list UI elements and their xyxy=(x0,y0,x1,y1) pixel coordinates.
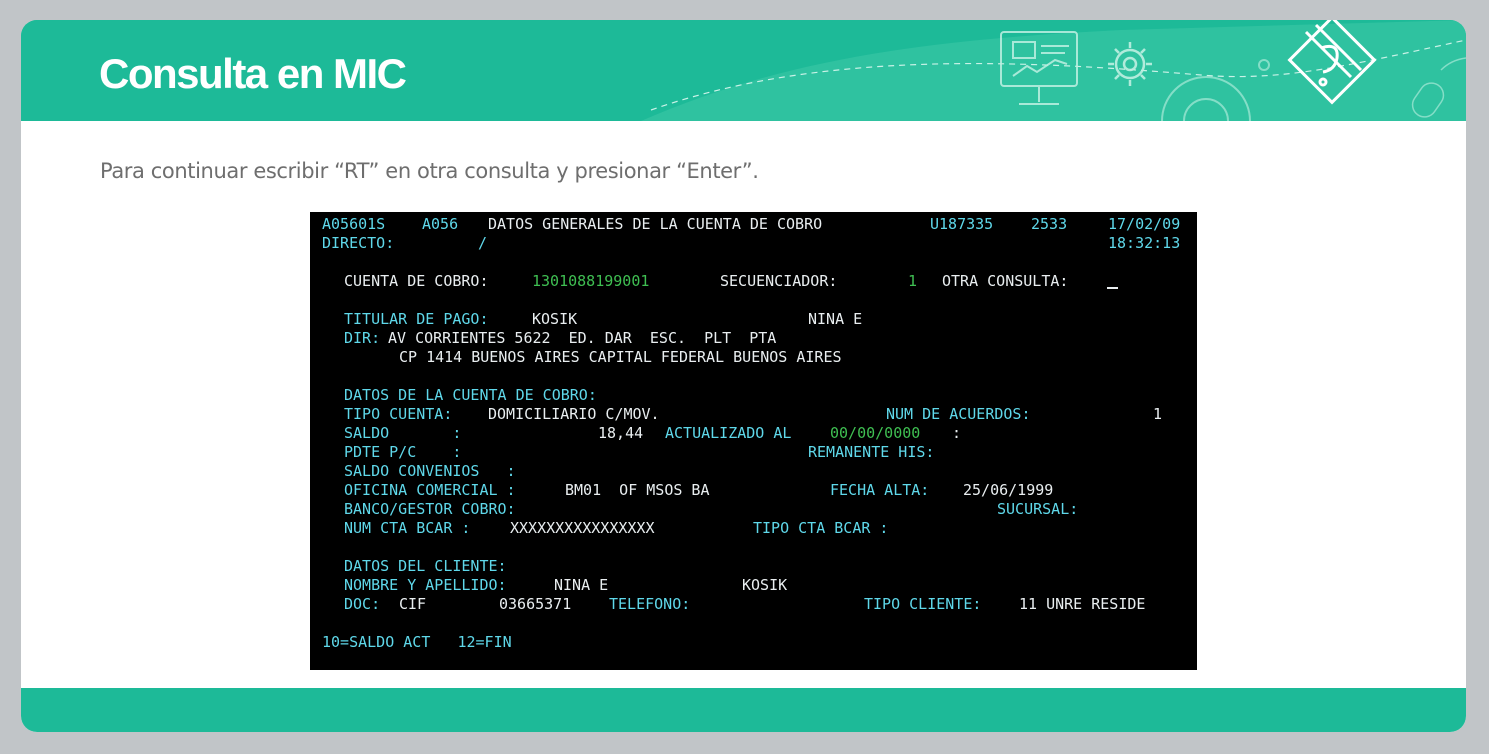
actualizado-label: ACTUALIZADO AL xyxy=(665,424,792,442)
secuenciador-label: SECUENCIADOR: xyxy=(720,272,838,290)
nombre-label: NOMBRE Y APELLIDO: xyxy=(344,576,507,594)
header-banner: Consulta en MIC xyxy=(21,20,1466,121)
doc-type: CIF xyxy=(399,595,427,613)
tipo-cliente-label: TIPO CLIENTE: xyxy=(864,595,982,613)
datos-cuenta-heading: DATOS DE LA CUENTA DE COBRO: xyxy=(344,386,597,404)
screen-date: 17/02/09 xyxy=(1108,215,1181,233)
titular-label: TITULAR DE PAGO: xyxy=(344,310,489,328)
doc-label: DOC: xyxy=(344,595,381,613)
banco-label: BANCO/GESTOR COBRO: xyxy=(344,500,516,518)
tipo-cliente-value: 11 UNRE RESIDE xyxy=(1019,595,1146,613)
saldo-convenios-label: SALDO CONVENIOS : xyxy=(344,462,516,480)
dir-line1: AV CORRIENTES 5622 ED. DAR ESC. PLT PTA xyxy=(388,329,777,347)
directo-input[interactable]: / xyxy=(478,234,487,253)
oficina-label: OFICINA COMERCIAL : xyxy=(344,481,516,499)
saldo-value: 18,44 xyxy=(598,424,644,442)
program-id: A05601S xyxy=(322,215,386,233)
num-acuerdos-value: 1 xyxy=(1153,405,1163,423)
apellido-value: KOSIK xyxy=(742,576,788,594)
mainframe-terminal-screenshot: A05601S A056 DATOS GENERALES DE LA CUENT… xyxy=(310,212,1197,670)
actualizado-value: 00/00/0000 xyxy=(830,424,921,442)
nombre-value: NINA E xyxy=(554,576,609,594)
directo-label: DIRECTO: xyxy=(322,234,395,252)
otra-consulta-input[interactable] xyxy=(1107,287,1118,289)
fecha-alta-value: 25/06/1999 xyxy=(963,481,1054,499)
telefono-label: TELEFONO: xyxy=(609,595,691,613)
screen-code: A056 xyxy=(422,215,459,233)
doc-number: 03665371 xyxy=(499,595,572,613)
saldo-label: SALDO : xyxy=(344,424,462,442)
page-title: Consulta en MIC xyxy=(99,50,407,97)
footer-bar xyxy=(21,688,1466,732)
tipo-cta-label: TIPO CTA BCAR : xyxy=(753,519,889,537)
otra-consulta-label: OTRA CONSULTA: xyxy=(942,272,1069,290)
fecha-alta-label: FECHA ALTA: xyxy=(830,481,930,499)
pdte-label: PDTE P/C : xyxy=(344,443,462,461)
titular-nombre: NINA E xyxy=(808,310,863,328)
terminal-id: 2533 xyxy=(1031,215,1068,233)
titular-apellido: KOSIK xyxy=(532,310,578,328)
tipo-cuenta-label: TIPO CUENTA: xyxy=(344,405,453,423)
function-keys: 10=SALDO ACT 12=FIN xyxy=(322,633,512,651)
slide: Consulta en MIC Para continuar escribir … xyxy=(21,20,1466,732)
num-cta-label: NUM CTA BCAR : xyxy=(344,519,471,537)
secuenciador-value: 1 xyxy=(908,272,918,290)
dir-label: DIR: xyxy=(344,329,381,347)
cuenta-label: CUENTA DE COBRO: xyxy=(344,272,489,290)
datos-cliente-heading: DATOS DEL CLIENTE: xyxy=(344,557,507,575)
screen-time: 18:32:13 xyxy=(1108,234,1181,252)
remanente-label: REMANENTE HIS: xyxy=(808,443,935,461)
actualizado-colon: : xyxy=(952,424,962,442)
dir-line2: CP 1414 BUENOS AIRES CAPITAL FEDERAL BUE… xyxy=(399,348,842,366)
oficina-value: BM01 OF MSOS BA xyxy=(565,481,710,499)
screen-title: DATOS GENERALES DE LA CUENTA DE COBRO xyxy=(488,215,823,233)
sucursal-label: SUCURSAL: xyxy=(997,500,1079,518)
user-id: U187335 xyxy=(930,215,994,233)
tipo-cuenta-value: DOMICILIARIO C/MOV. xyxy=(488,405,660,423)
num-cta-value: XXXXXXXXXXXXXXXX xyxy=(510,519,655,537)
cuenta-value: 1301088199001 xyxy=(532,272,650,290)
instruction-text: Para continuar escribir “RT” en otra con… xyxy=(100,159,759,183)
num-acuerdos-label: NUM DE ACUERDOS: xyxy=(886,405,1031,423)
